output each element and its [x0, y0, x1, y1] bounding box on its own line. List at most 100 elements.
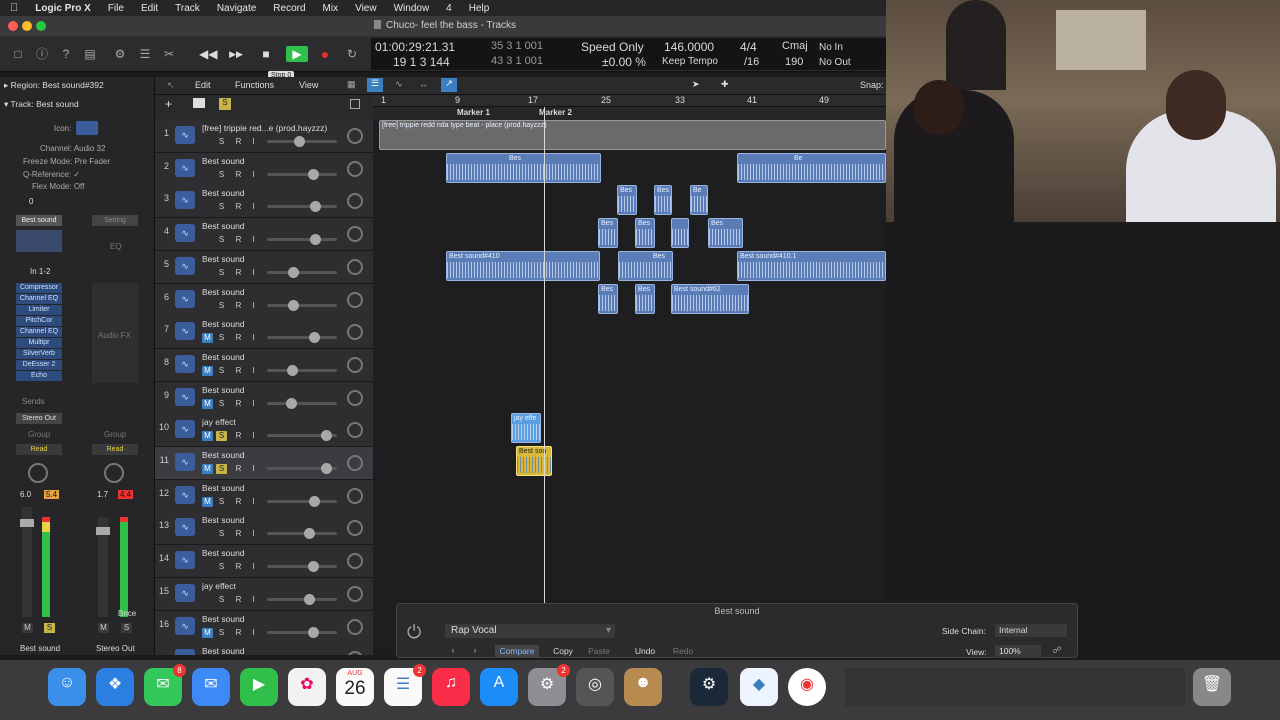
pan-knob[interactable]: [347, 356, 363, 373]
power-icon[interactable]: ⏻: [407, 622, 431, 646]
slider-knob[interactable]: [304, 593, 316, 605]
output-button[interactable]: Stereo Out: [16, 413, 62, 424]
input-monitor-button[interactable]: I: [248, 595, 259, 605]
pan-knob[interactable]: [347, 455, 363, 471]
track-row[interactable]: 9 ∿ Best sound M S R I: [155, 381, 373, 415]
menu-help[interactable]: Help: [469, 3, 490, 14]
track-icon[interactable]: [76, 121, 98, 135]
setting-button[interactable]: Setting: [92, 215, 138, 226]
volume-slider[interactable]: [267, 299, 337, 311]
track-name[interactable]: [free] trippie red...e (prod.hayzzz): [202, 123, 342, 133]
volume-slider[interactable]: [267, 626, 337, 638]
compare-button[interactable]: Compare: [495, 645, 539, 657]
qref-value[interactable]: ✓: [73, 170, 80, 179]
slider-knob[interactable]: [321, 430, 332, 442]
region[interactable]: Bes: [708, 218, 743, 248]
menu-navigate[interactable]: Navigate: [217, 3, 256, 14]
freeze-value[interactable]: Pre Fader: [75, 157, 111, 166]
input-monitor-button[interactable]: I: [248, 628, 259, 638]
solo-button[interactable]: S: [216, 399, 227, 409]
menu-file[interactable]: File: [108, 3, 124, 14]
track-row[interactable]: 14 ∿ Best sound S R I: [155, 545, 373, 579]
inspector-track[interactable]: ▾ Track: Best sound: [4, 99, 79, 110]
zoom-selector[interactable]: 100%: [995, 645, 1041, 658]
menu-window[interactable]: Window: [394, 3, 430, 14]
input-monitor-button[interactable]: I: [248, 202, 259, 212]
flex-value[interactable]: Off: [74, 182, 85, 191]
channel-value[interactable]: Audio 32: [74, 144, 106, 153]
region[interactable]: Bes: [635, 218, 655, 248]
volume-slider[interactable]: [267, 430, 337, 442]
slider-knob[interactable]: [288, 299, 299, 311]
region[interactable]: [free] trippie redd nda type beat - plac…: [379, 120, 886, 150]
minimized-windows[interactable]: [845, 668, 1185, 706]
record-enable-button[interactable]: R: [233, 399, 244, 409]
plugin-slot[interactable]: SilverVerb: [16, 349, 62, 359]
track-row[interactable]: ∿Best soundSRI: [155, 643, 373, 655]
record-enable-button[interactable]: R: [233, 268, 244, 278]
plugin-slot[interactable]: Echo: [16, 371, 62, 381]
mute-button[interactable]: M: [202, 398, 213, 409]
solo-button[interactable]: S: [216, 333, 227, 343]
waveform-zoom-icon[interactable]: ∿: [395, 79, 403, 90]
cycle-icon[interactable]: ↻: [344, 46, 360, 62]
pan-knob[interactable]: [347, 324, 363, 341]
track-row[interactable]: 12 ∿ Best sound M S R I: [155, 479, 373, 513]
bar-ruler[interactable]: 1 9 17 25 33 41 49: [373, 95, 886, 107]
inspector-icon[interactable]: ⓘ: [34, 46, 50, 62]
marker-1[interactable]: Marker 1: [457, 108, 490, 117]
system-preferences-icon[interactable]: ⚙ 2: [528, 664, 570, 706]
input-monitor-button[interactable]: I: [248, 170, 259, 180]
region[interactable]: Bes: [617, 185, 637, 215]
link-icon[interactable]: ☍: [1049, 645, 1065, 658]
catch-icon[interactable]: ↗: [441, 78, 457, 92]
track-row[interactable]: 4 ∿ Best sound S R I: [155, 218, 373, 252]
menu-track[interactable]: Track: [175, 3, 200, 14]
solo-button[interactable]: S: [216, 497, 227, 507]
pan-knob[interactable]: [347, 389, 363, 406]
steam-icon[interactable]: ⚙: [690, 668, 728, 706]
finder-icon[interactable]: ☺: [48, 668, 86, 706]
fit-icon[interactable]: ↔: [419, 79, 428, 89]
volume-slider[interactable]: [267, 201, 337, 213]
app-store-icon[interactable]: A: [480, 668, 518, 706]
marker-track[interactable]: Marker 1 Marker 2: [373, 107, 886, 120]
slider-knob[interactable]: [288, 266, 299, 278]
input-monitor-button[interactable]: I: [248, 268, 259, 278]
track-row[interactable]: 15 ∿ jay effect S R I: [155, 577, 373, 611]
mixer-icon[interactable]: ☰: [137, 46, 153, 62]
record-button[interactable]: ●: [317, 46, 333, 62]
close-window-button[interactable]: [8, 21, 18, 31]
record-enable-button[interactable]: R: [233, 628, 244, 638]
region[interactable]: Be: [690, 185, 708, 215]
quick-help-icon[interactable]: ?: [58, 46, 74, 62]
menu-view[interactable]: View: [355, 3, 377, 14]
redo-button[interactable]: Redo: [669, 645, 697, 657]
zoom-window-button[interactable]: [36, 21, 46, 31]
mute-button[interactable]: M: [22, 623, 33, 633]
volume-slider[interactable]: [267, 528, 337, 540]
solo-button[interactable]: S: [216, 202, 227, 212]
record-enable-button[interactable]: R: [233, 529, 244, 539]
record-enable-button[interactable]: R: [233, 497, 244, 507]
plugin-slot[interactable]: Compressor: [16, 283, 62, 293]
automation-mode[interactable]: Read: [16, 444, 62, 455]
record-enable-button[interactable]: R: [233, 235, 244, 245]
next-preset-icon[interactable]: ›: [467, 645, 483, 657]
pan-knob[interactable]: [347, 422, 363, 439]
global-solo-button[interactable]: S: [219, 98, 231, 110]
group-label-2[interactable]: Group: [104, 430, 126, 439]
volume-slider[interactable]: [267, 168, 337, 180]
pan-knob[interactable]: [347, 160, 363, 177]
pan-knob[interactable]: [347, 520, 363, 537]
record-enable-button[interactable]: R: [233, 301, 244, 311]
slider-knob[interactable]: [286, 364, 298, 376]
input-monitor-button[interactable]: I: [248, 431, 259, 441]
track-name[interactable]: Best sound: [202, 156, 342, 166]
rewind-button[interactable]: ◀◀: [199, 46, 217, 62]
solo-button-2[interactable]: S: [121, 623, 132, 633]
slider-knob[interactable]: [310, 201, 322, 213]
solo-button[interactable]: S: [216, 464, 227, 474]
apple-menu-icon[interactable]: : [10, 2, 18, 14]
back-arrow-icon[interactable]: ↖: [167, 80, 175, 91]
